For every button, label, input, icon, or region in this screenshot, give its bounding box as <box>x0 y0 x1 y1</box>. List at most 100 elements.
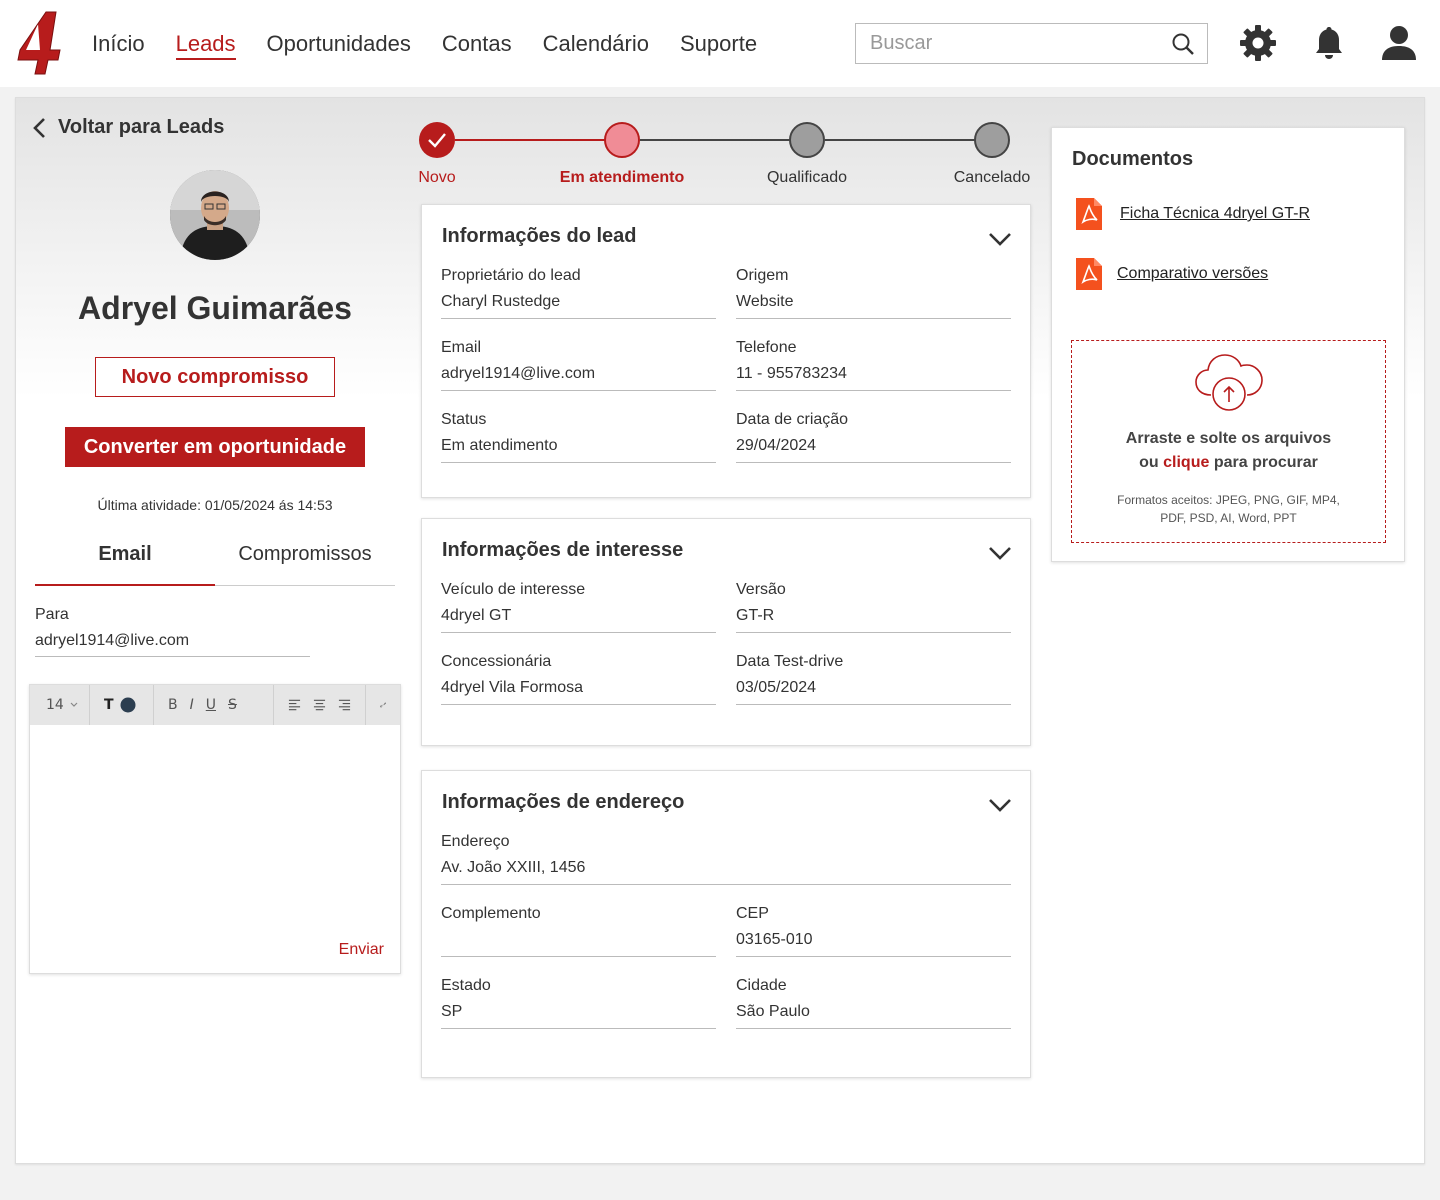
underline-icon[interactable]: U <box>206 697 216 713</box>
tab-email[interactable]: Email <box>35 540 215 586</box>
field-state: Estado SP <box>441 977 716 1029</box>
field-label: Status <box>441 411 487 428</box>
last-activity-text: Última atividade: 01/05/2024 ás 14:53 <box>97 497 333 513</box>
strikethrough-icon[interactable]: S <box>228 697 237 713</box>
field-value[interactable]: adryel1914@live.com <box>441 365 716 391</box>
field-value[interactable]: 03/05/2024 <box>736 679 1011 705</box>
field-city: Cidade São Paulo <box>736 977 1011 1029</box>
interest-info-card: Informações de interesse Veículo de inte… <box>421 518 1031 746</box>
field-value[interactable]: GT-R <box>736 607 1011 633</box>
brand-logo[interactable] <box>16 10 66 76</box>
field-label: Estado <box>441 977 491 994</box>
field-cep: CEP 03165-010 <box>736 905 1011 957</box>
field-label: Data Test-drive <box>736 653 844 670</box>
pdf-file-icon <box>1076 258 1102 290</box>
step-connector-2 <box>640 139 790 141</box>
left-tabs: Email Compromissos <box>35 540 395 586</box>
step-connector-1 <box>455 139 605 141</box>
field-testdrive: Data Test-drive 03/05/2024 <box>736 653 1011 705</box>
address-info-card: Informações de endereço Endereço Av. Joã… <box>421 770 1031 1078</box>
italic-icon[interactable]: I <box>190 697 194 713</box>
step-label-cancelado: Cancelado <box>953 169 1031 186</box>
field-value[interactable]: 4dryel GT <box>441 607 716 633</box>
convert-opportunity-button[interactable]: Converter em oportunidade <box>65 427 365 467</box>
field-origin: Origem Website <box>736 267 1011 319</box>
field-email: Email adryel1914@live.com <box>441 339 716 391</box>
file-dropzone[interactable]: Arraste e solte os arquivos ou clique pa… <box>1071 340 1386 543</box>
color-swatch-icon[interactable] <box>120 697 136 713</box>
nav-item-calendario[interactable]: Calendário <box>543 30 649 60</box>
avatar <box>170 170 260 260</box>
align-left-icon[interactable] <box>288 699 301 711</box>
bold-icon[interactable]: B <box>168 697 178 713</box>
field-label: Cidade <box>736 977 787 994</box>
bell-icon[interactable] <box>1310 24 1348 62</box>
user-icon[interactable] <box>1380 24 1418 62</box>
field-label: Concessionária <box>441 653 552 670</box>
dropzone-line2-pre: ou <box>1139 454 1164 471</box>
field-label: Data de criação <box>736 411 849 428</box>
chevron-down-icon[interactable] <box>988 797 1012 813</box>
field-value[interactable]: SP <box>441 1003 716 1029</box>
field-value[interactable]: 29/04/2024 <box>736 437 1011 463</box>
field-value[interactable]: 03165-010 <box>736 931 1011 957</box>
field-value[interactable]: Charyl Rustedge <box>441 293 716 319</box>
align-center-icon[interactable] <box>313 699 326 711</box>
field-value[interactable]: Em atendimento <box>441 437 716 463</box>
back-to-leads-link[interactable]: Voltar para Leads <box>32 116 224 139</box>
step-connector-3 <box>825 139 975 141</box>
field-value[interactable] <box>441 931 716 957</box>
field-label: Complemento <box>441 905 541 922</box>
step-em-atendimento-circle[interactable] <box>604 122 640 158</box>
step-novo-circle[interactable] <box>419 122 455 158</box>
field-value[interactable]: Website <box>736 293 1011 319</box>
align-right-icon[interactable] <box>338 699 351 711</box>
dropzone-text: Arraste e solte os arquivos ou clique pa… <box>1072 427 1385 475</box>
tab-compromissos[interactable]: Compromissos <box>215 540 395 586</box>
nav-item-contas[interactable]: Contas <box>442 30 512 60</box>
nav-item-suporte[interactable]: Suporte <box>680 30 757 60</box>
new-appointment-button[interactable]: Novo compromisso <box>95 357 335 397</box>
field-value[interactable]: São Paulo <box>736 1003 1011 1029</box>
document-item[interactable]: Comparativo versões <box>1074 256 1268 292</box>
document-item[interactable]: Ficha Técnica 4dryel GT-R <box>1074 196 1310 232</box>
field-label: Telefone <box>736 339 797 356</box>
nav-item-oportunidades[interactable]: Oportunidades <box>267 30 411 60</box>
nav-item-inicio[interactable]: Início <box>92 30 145 60</box>
field-label: Proprietário do lead <box>441 267 581 284</box>
email-editor: 14 T B I U S Enviar <box>29 684 401 974</box>
lead-name: Adryel Guimarães <box>78 290 352 326</box>
nav-item-leads[interactable]: Leads <box>175 30 236 60</box>
field-value[interactable]: 11 - 955783234 <box>736 365 1011 391</box>
documents-card: Documentos Ficha Técnica 4dryel GT-R Com… <box>1051 127 1405 562</box>
search-input[interactable] <box>856 24 1156 63</box>
send-button[interactable]: Enviar <box>339 941 384 959</box>
to-field[interactable]: adryel1914@live.com <box>35 632 310 657</box>
text-color-icon[interactable]: T <box>104 697 114 713</box>
field-status: Status Em atendimento <box>441 411 716 463</box>
step-cancelado-circle[interactable] <box>974 122 1010 158</box>
card-title: Informações de endereço <box>442 791 685 813</box>
card-title: Informações do lead <box>442 225 637 247</box>
pdf-file-icon <box>1076 198 1102 230</box>
card-title: Informações de interesse <box>442 539 684 561</box>
font-size-select[interactable]: 14 <box>30 685 90 725</box>
chevron-down-icon[interactable] <box>988 545 1012 561</box>
step-qualificado-circle[interactable] <box>789 122 825 158</box>
step-label-novo: Novo <box>418 169 456 186</box>
browse-link[interactable]: clique <box>1163 454 1209 471</box>
link-icon[interactable] <box>380 698 386 712</box>
field-vehicle: Veículo de interesse 4dryel GT <box>441 581 716 633</box>
dropzone-line2: ou clique para procurar <box>1072 451 1385 475</box>
field-value[interactable]: 4dryel Vila Formosa <box>441 679 716 705</box>
gear-icon[interactable] <box>1239 24 1277 62</box>
font-size-value: 14 <box>46 697 64 713</box>
search-icon[interactable] <box>1171 32 1195 56</box>
format-group: B I U S <box>154 685 274 725</box>
field-label: CEP <box>736 905 769 922</box>
chevron-down-icon[interactable] <box>988 231 1012 247</box>
document-name: Comparativo versões <box>1117 265 1269 282</box>
field-value[interactable]: Av. João XXIII, 1456 <box>441 859 1011 885</box>
step-label-qualificado: Qualificado <box>766 169 848 186</box>
field-label: Veículo de interesse <box>441 581 586 598</box>
